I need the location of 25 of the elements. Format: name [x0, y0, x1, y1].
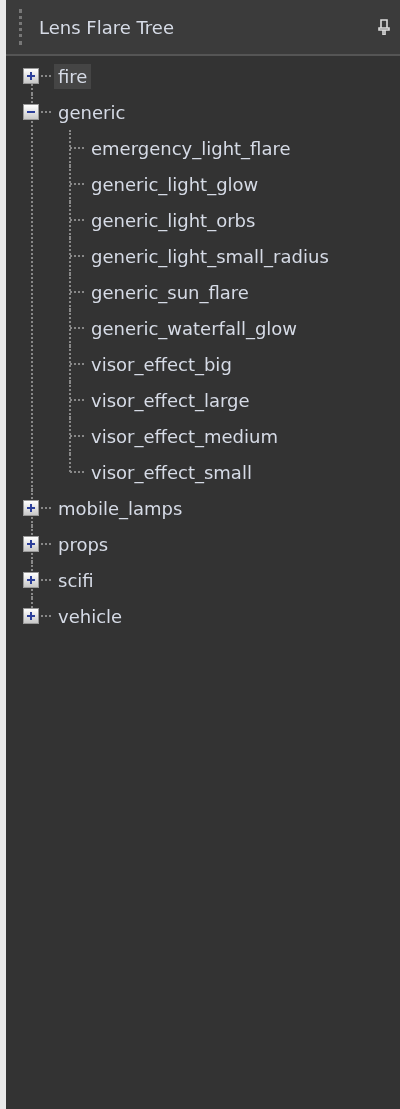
tree-item[interactable]: vehicle: [54, 603, 127, 629]
tree-item[interactable]: generic_light_glow: [87, 171, 263, 197]
collapse-icon[interactable]: [23, 104, 39, 120]
pin-icon[interactable]: [378, 19, 390, 35]
tree-item[interactable]: scifi: [54, 567, 98, 593]
tree-item[interactable]: fire: [54, 63, 92, 89]
expand-icon[interactable]: [23, 608, 39, 624]
tree-item[interactable]: generic: [54, 99, 130, 125]
gripper-icon[interactable]: [19, 9, 25, 45]
expand-icon[interactable]: [23, 536, 39, 552]
tree-item[interactable]: props: [54, 531, 113, 557]
tree-item[interactable]: generic_light_small_radius: [87, 243, 333, 269]
tree-item[interactable]: visor_effect_big: [87, 351, 236, 377]
tree-item[interactable]: emergency_light_flare: [87, 135, 295, 161]
tree-item[interactable]: mobile_lamps: [54, 495, 187, 521]
tree-item[interactable]: visor_effect_small: [87, 459, 256, 485]
tree-item[interactable]: visor_effect_large: [87, 387, 254, 413]
tree-item[interactable]: generic_light_orbs: [87, 207, 260, 233]
expand-icon[interactable]: [23, 68, 39, 84]
tree-item[interactable]: generic_waterfall_glow: [87, 315, 302, 341]
expand-icon[interactable]: [23, 572, 39, 588]
tree-item[interactable]: generic_sun_flare: [87, 279, 253, 305]
tree-item[interactable]: visor_effect_medium: [87, 423, 282, 449]
panel-title: Lens Flare Tree: [39, 16, 175, 38]
expand-icon[interactable]: [23, 500, 39, 516]
